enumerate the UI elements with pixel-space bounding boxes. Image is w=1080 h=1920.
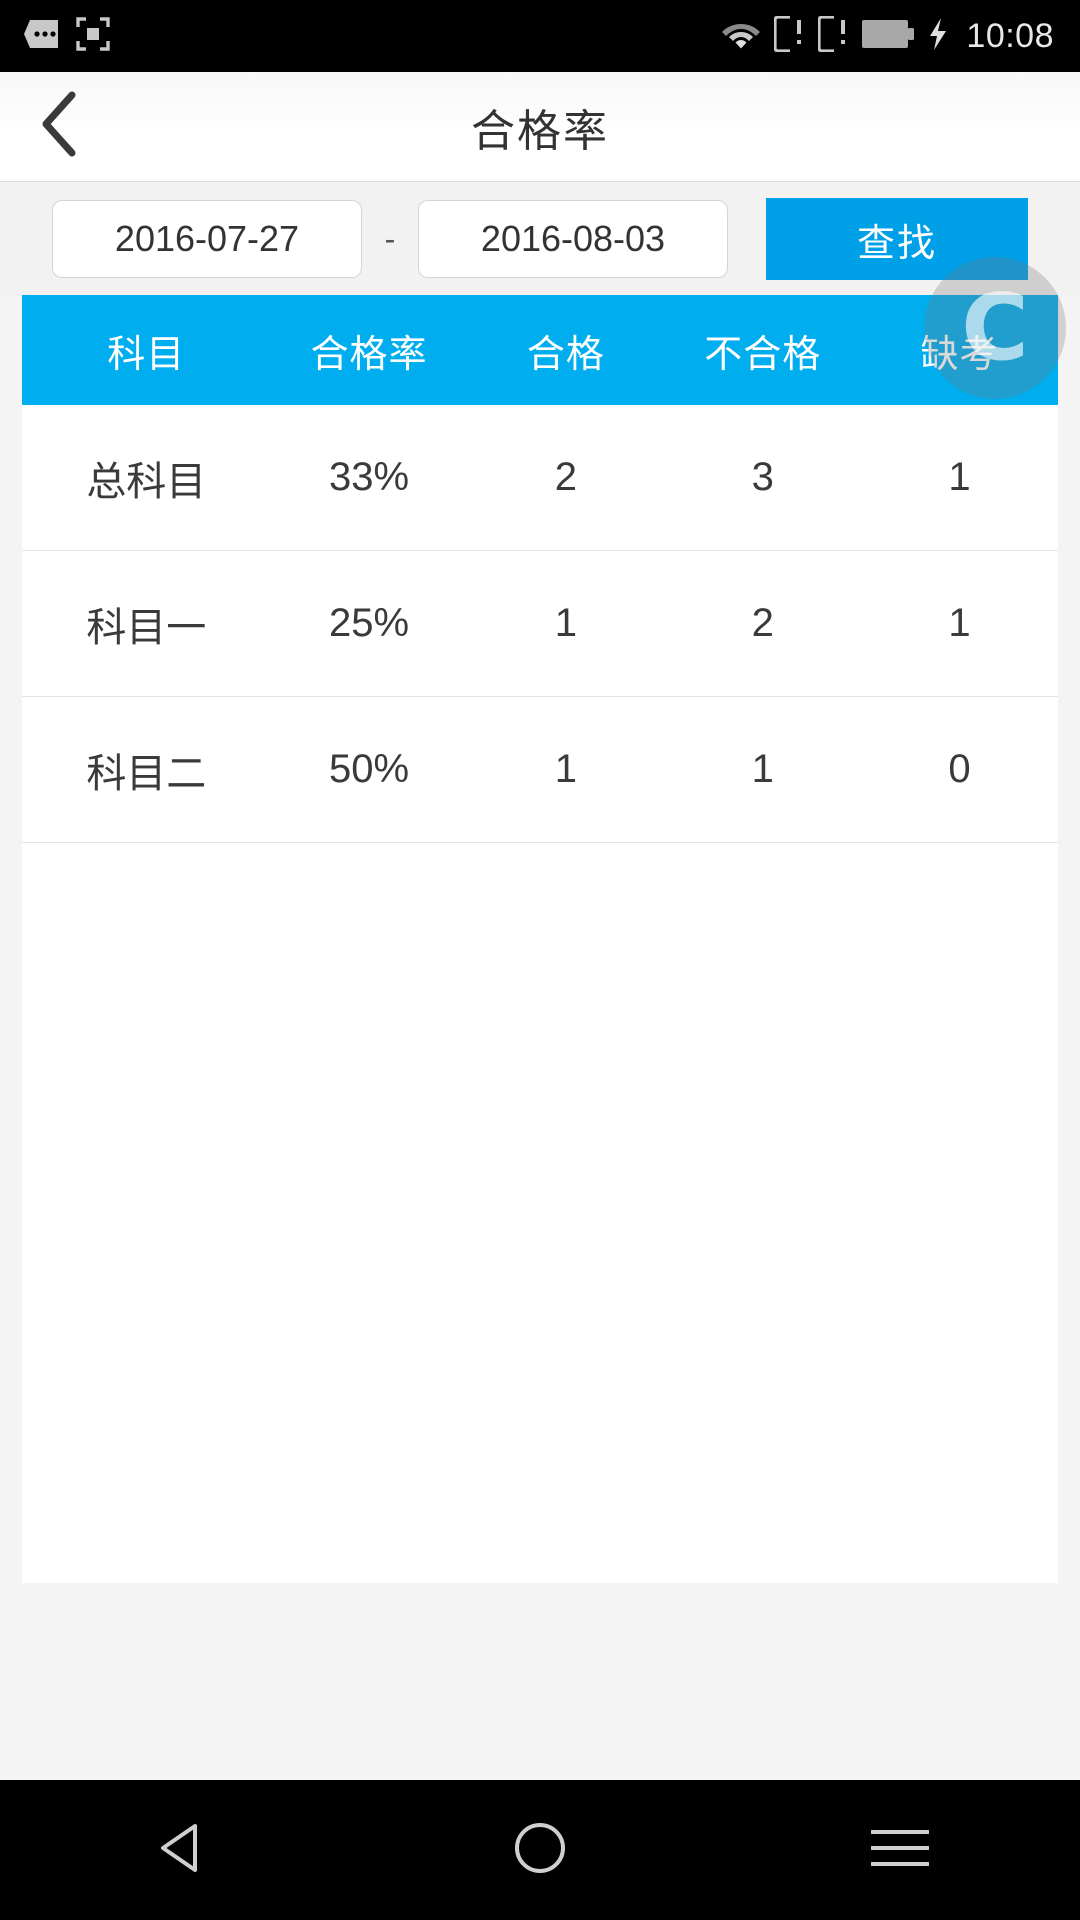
status-bar: 10:08 — [0, 0, 1080, 72]
wifi-icon — [722, 18, 761, 55]
start-date-input[interactable]: 2016-07-27 — [52, 200, 362, 278]
home-circle-icon — [513, 1821, 567, 1880]
sim1-icon — [773, 14, 804, 57]
cell-pass-rate: 50% — [329, 747, 410, 791]
column-header-subject: 科目 — [107, 333, 186, 376]
cell-pass-rate: 33% — [329, 455, 410, 499]
cell-absent: 1 — [948, 455, 971, 499]
table-row[interactable]: 科目二 50% 1 1 0 — [22, 697, 1058, 843]
search-button[interactable]: 查找 — [766, 198, 1028, 280]
column-header-pass: 合格 — [526, 333, 605, 376]
nav-back-button[interactable] — [80, 1780, 280, 1920]
cell-pass: 1 — [554, 601, 577, 645]
system-nav-bar — [0, 1780, 1080, 1920]
messages-icon — [24, 19, 58, 53]
cell-subject: 科目一 — [86, 605, 207, 650]
date-range-separator: - — [384, 220, 396, 257]
status-bar-right-icons: 10:08 — [722, 14, 1080, 57]
battery-icon — [862, 19, 915, 53]
cell-pass-rate: 25% — [329, 601, 410, 645]
screenshot-icon — [76, 16, 110, 56]
table-body: 总科目 33% 2 3 1 科目一 25% 1 2 1 科目二 50% 1 1 … — [22, 405, 1058, 1583]
cell-absent: 0 — [948, 747, 971, 791]
cell-fail: 2 — [751, 601, 774, 645]
table-header-row: 科目 合格率 合格 不合格 缺考 — [22, 295, 1058, 405]
status-bar-clock: 10:08 — [966, 16, 1054, 55]
nav-home-button[interactable] — [440, 1780, 640, 1920]
cell-subject: 科目二 — [86, 751, 207, 796]
table-row[interactable]: 科目一 25% 1 2 1 — [22, 551, 1058, 697]
app-header: 合格率 — [0, 72, 1080, 182]
page-title: 合格率 — [471, 106, 609, 156]
charging-bolt-icon — [928, 17, 948, 55]
back-triangle-icon — [157, 1823, 203, 1878]
cell-subject: 总科目 — [86, 459, 207, 504]
table-empty-area — [22, 843, 1058, 1583]
column-header-fail: 不合格 — [704, 333, 822, 376]
cell-fail: 3 — [751, 455, 774, 499]
column-header-pass-rate: 合格率 — [310, 333, 428, 376]
date-filter-bar: 2016-07-27 - 2016-08-03 查找 — [0, 183, 1080, 295]
table-row[interactable]: 总科目 33% 2 3 1 — [22, 405, 1058, 551]
cell-pass: 2 — [554, 455, 577, 499]
nav-menu-button[interactable] — [800, 1780, 1000, 1920]
sim2-icon — [817, 14, 848, 57]
cell-absent: 1 — [948, 601, 971, 645]
phone-screen: 10:08 合格率 2016-07-27 - 2016-08-03 查找 科目 … — [0, 0, 1080, 1920]
end-date-input[interactable]: 2016-08-03 — [418, 200, 728, 278]
status-bar-left-icons — [0, 16, 110, 56]
cell-fail: 1 — [751, 747, 774, 791]
results-table: 科目 合格率 合格 不合格 缺考 总科目 33% 2 3 1 科目一 25% 1… — [0, 295, 1080, 1780]
cell-pass: 1 — [554, 747, 577, 791]
column-header-absent: 缺考 — [920, 333, 999, 376]
menu-lines-icon — [871, 1826, 929, 1875]
